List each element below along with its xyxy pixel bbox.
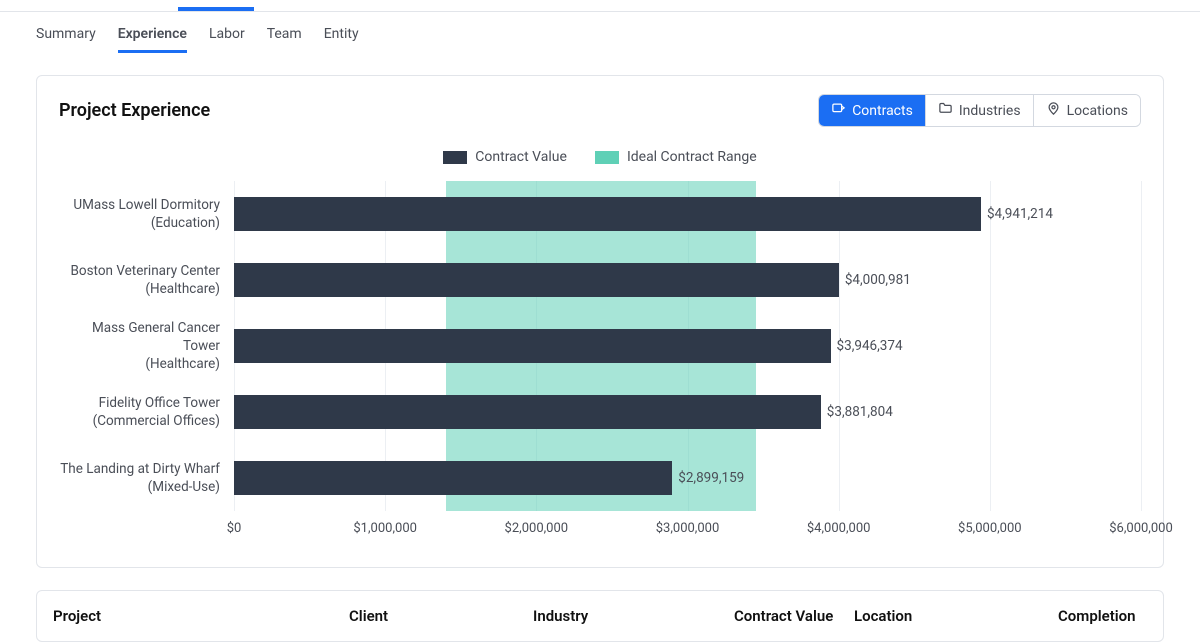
legend-label-a: Contract Value (475, 149, 567, 165)
segment-locations[interactable]: Locations (1033, 95, 1140, 126)
table-header-location: Location (854, 607, 1058, 625)
bar-row: $3,946,374 (234, 329, 1141, 363)
bar-row: $4,941,214 (234, 197, 1141, 231)
bar-value-label: $4,941,214 (987, 206, 1053, 222)
tag-icon (831, 101, 846, 120)
y-axis-label: The Landing at Dirty Wharf(Mixed-Use) (59, 445, 234, 511)
project-experience-card: Project Experience Contracts Industries Lo… (36, 75, 1164, 568)
sub-tab-labor[interactable]: Labor (209, 26, 245, 53)
chart-legend: Contract Value Ideal Contract Range (59, 141, 1141, 181)
legend-label-b: Ideal Contract Range (627, 149, 757, 165)
x-axis-tick: $5,000,000 (958, 521, 1022, 536)
legend-swatch-ideal-range (595, 151, 619, 164)
x-axis-tick: $1,000,000 (353, 521, 417, 536)
segment-industries[interactable]: Industries (925, 95, 1033, 126)
x-axis-tick: $2,000,000 (505, 521, 569, 536)
table-header-row: ProjectClientIndustryContract ValueLocat… (37, 591, 1163, 641)
primary-tab-risk-overview[interactable]: Risk Overview (36, 0, 150, 11)
y-axis-label: Mass General Cancer Tower(Healthcare) (59, 313, 234, 379)
segment-label: Locations (1067, 103, 1128, 119)
x-axis-tick: $3,000,000 (656, 521, 720, 536)
bar (234, 461, 672, 495)
segment-label: Contracts (852, 103, 913, 119)
bar (234, 329, 831, 363)
table-header-client: Client (349, 607, 533, 625)
project-experience-chart: UMass Lowell Dormitory(Education)Boston … (59, 181, 1141, 511)
primary-tab-company[interactable]: Company (178, 0, 254, 11)
x-axis-tick: $0 (227, 521, 242, 536)
sub-tab-entity[interactable]: Entity (324, 26, 359, 53)
y-axis-label: Fidelity Office Tower(Commercial Offices… (59, 379, 234, 445)
bar (234, 263, 839, 297)
bar (234, 197, 981, 231)
bar-row: $4,000,981 (234, 263, 1141, 297)
primary-tab-finance[interactable]: Finance (362, 0, 425, 11)
primary-tab-insurance[interactable]: Insurance (453, 0, 533, 11)
table-header-contract-value: Contract Value (734, 607, 854, 625)
folder-icon (938, 101, 953, 120)
bar (234, 395, 821, 429)
bar-row: $3,881,804 (234, 395, 1141, 429)
primary-tab-projects[interactable]: Projects (560, 0, 627, 11)
primary-tab-subcontractors[interactable]: Subcontractors (655, 0, 779, 11)
legend-swatch-contract-value (443, 151, 467, 164)
segment-contracts[interactable]: Contracts (819, 95, 925, 126)
primary-tabs: Risk Overview Company Safety Finance Insuran… (0, 0, 1200, 12)
primary-tab-safety[interactable]: Safety (282, 0, 334, 11)
bar-value-label: $3,881,804 (827, 404, 893, 420)
sub-tab-summary[interactable]: Summary (36, 26, 96, 53)
x-axis-tick: $6,000,000 (1109, 521, 1173, 536)
sub-tabs: Summary Experience Labor Team Entity (0, 12, 1200, 53)
sub-tab-team[interactable]: Team (267, 26, 302, 53)
x-axis-tick: $4,000,000 (807, 521, 871, 536)
table-header-industry: Industry (533, 607, 734, 625)
x-axis: $0$1,000,000$2,000,000$3,000,000$4,000,0… (234, 517, 1141, 545)
bar-value-label: $2,899,159 (678, 470, 744, 486)
pin-icon (1046, 101, 1061, 120)
card-title: Project Experience (59, 100, 210, 121)
y-axis-label: UMass Lowell Dormitory(Education) (59, 181, 234, 247)
y-axis-label: Boston Veterinary Center(Healthcare) (59, 247, 234, 313)
bar-row: $2,899,159 (234, 461, 1141, 495)
bar-value-label: $3,946,374 (837, 338, 903, 354)
bar-value-label: $4,000,981 (845, 272, 911, 288)
view-segmented-control: Contracts Industries Locations (818, 94, 1141, 127)
sub-tab-experience[interactable]: Experience (118, 26, 187, 53)
projects-table: ProjectClientIndustryContract ValueLocat… (36, 590, 1164, 642)
table-header-project: Project (53, 607, 349, 625)
table-header-completion: Completion (1058, 607, 1133, 625)
segment-label: Industries (959, 103, 1021, 119)
